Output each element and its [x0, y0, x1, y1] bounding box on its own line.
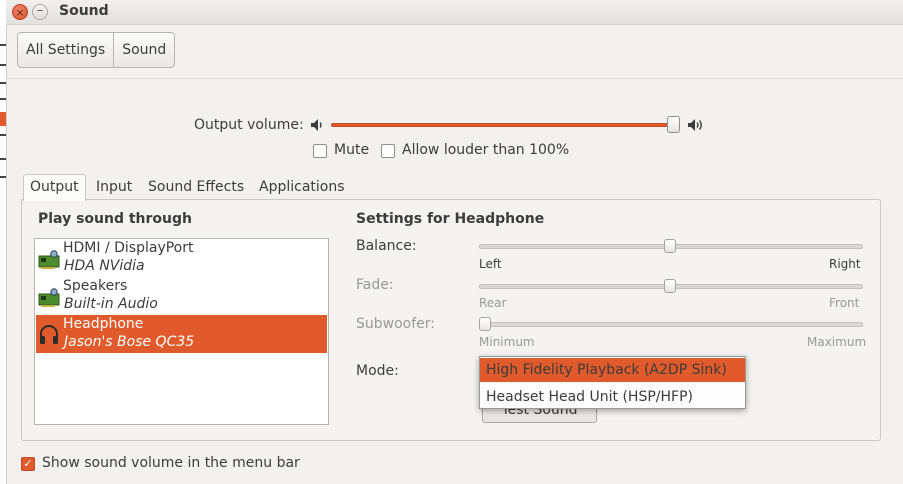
settings-title: Settings for Headphone: [356, 211, 545, 227]
device-hdmi[interactable]: HDMI / DisplayPort HDA NVidia: [36, 239, 327, 277]
breadcrumb-sound[interactable]: Sound: [113, 33, 174, 67]
fade-min-label: Rear: [479, 296, 507, 310]
subwoofer-label: Subwoofer:: [356, 316, 435, 332]
speaker-high-icon: [687, 118, 705, 136]
desktop-mark: [0, 158, 6, 160]
tab-sound-effects[interactable]: Sound Effects: [142, 174, 250, 200]
device-name: Headphone: [63, 316, 144, 332]
breadcrumb: All Settings Sound: [17, 32, 176, 68]
minimize-button[interactable]: –: [32, 4, 48, 20]
output-volume-handle[interactable]: [667, 116, 680, 133]
mode-option-a2dp[interactable]: High Fidelity Playback (A2DP Sink): [480, 358, 745, 382]
subwoofer-max-label: Maximum: [807, 335, 867, 349]
fade-handle[interactable]: [664, 279, 676, 293]
desktop-mark: [0, 44, 6, 46]
mode-label: Mode:: [356, 363, 399, 379]
output-device-list: HDMI / DisplayPort HDA NVidia Speakers B…: [34, 238, 329, 425]
fade-label: Fade:: [356, 277, 394, 293]
device-description: HDA NVidia: [64, 258, 145, 274]
headphones-icon: [38, 324, 60, 346]
sound-card-icon: [38, 286, 60, 308]
show-volume-checkbox[interactable]: ✓: [21, 457, 35, 471]
device-description: Jason's Bose QC35: [64, 334, 195, 350]
tab-input[interactable]: Input: [90, 174, 138, 200]
window-title: Sound: [59, 3, 109, 19]
output-volume-slider[interactable]: [331, 123, 677, 127]
tab-output[interactable]: Output: [23, 174, 86, 201]
output-volume-label: Output volume:: [194, 117, 304, 133]
subwoofer-min-label: Minimum: [479, 335, 535, 349]
header-divider: [6, 78, 903, 79]
balance-min-label: Left: [479, 257, 502, 271]
desktop-highlight: [0, 112, 6, 126]
mode-option-hsp-hfp[interactable]: Headset Head Unit (HSP/HFP): [480, 385, 745, 409]
tab-applications[interactable]: Applications: [253, 174, 351, 200]
show-volume-label: Show sound volume in the menu bar: [42, 455, 300, 471]
device-speakers[interactable]: Speakers Built-in Audio: [36, 277, 327, 315]
balance-label: Balance:: [356, 238, 417, 254]
allow-louder-label: Allow louder than 100%: [402, 142, 570, 158]
fade-max-label: Front: [829, 296, 860, 310]
mode-dropdown-menu: High Fidelity Playback (A2DP Sink) Heads…: [479, 356, 746, 409]
speaker-low-icon: [310, 118, 326, 136]
title-bar: [6, 0, 903, 25]
play-sound-through-title: Play sound through: [38, 211, 192, 227]
mute-checkbox[interactable]: [313, 144, 327, 158]
device-headphone[interactable]: Headphone Jason's Bose QC35: [36, 315, 327, 353]
device-name: HDMI / DisplayPort: [63, 240, 194, 256]
device-description: Built-in Audio: [64, 296, 158, 312]
desktop-mark: [0, 82, 6, 84]
allow-louder-checkbox[interactable]: [381, 144, 395, 158]
desktop-background: [0, 0, 7, 484]
desktop-mark: [0, 64, 6, 66]
mute-label: Mute: [334, 142, 370, 158]
device-name: Speakers: [63, 278, 128, 294]
desktop-mark: [0, 176, 6, 178]
close-button[interactable]: ×: [12, 4, 28, 20]
desktop-mark: [0, 134, 6, 136]
balance-max-label: Right: [829, 257, 861, 271]
desktop-mark: [0, 98, 6, 100]
sound-card-icon: [38, 248, 60, 270]
subwoofer-slider[interactable]: [479, 322, 863, 327]
balance-handle[interactable]: [664, 239, 676, 253]
subwoofer-handle[interactable]: [479, 317, 491, 331]
breadcrumb-all-settings[interactable]: All Settings: [18, 33, 113, 67]
